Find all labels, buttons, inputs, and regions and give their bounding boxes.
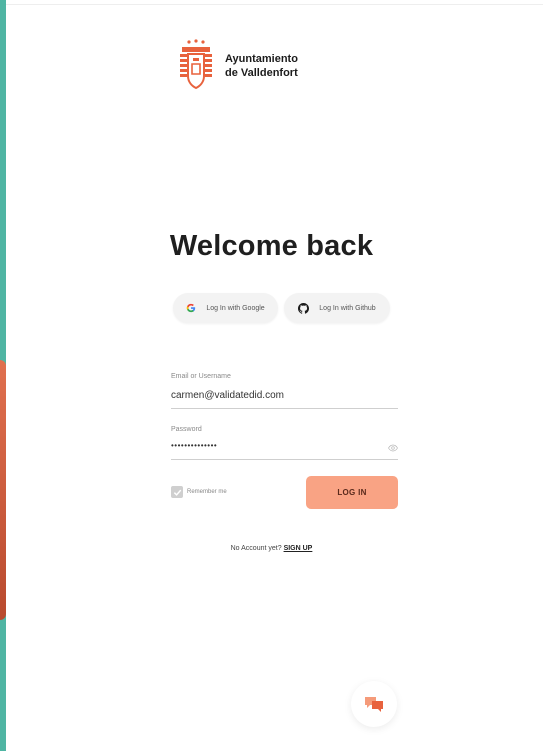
show-password-icon[interactable]	[388, 444, 398, 452]
chat-launcher-button[interactable]	[351, 681, 397, 727]
login-button[interactable]: LOG IN	[306, 476, 398, 509]
email-label: Email or Username	[171, 373, 231, 380]
github-login-label: Log In with Github	[319, 304, 376, 312]
password-label: Password	[171, 426, 202, 433]
signup-link[interactable]: SIGN UP	[284, 545, 313, 552]
brand-name: Ayuntamiento de Valldenfort	[225, 52, 298, 80]
google-icon	[186, 303, 196, 313]
google-login-button[interactable]: Log In with Google	[173, 293, 278, 323]
city-crest-icon	[180, 39, 212, 90]
remember-me-label: Remember me	[187, 489, 227, 495]
brand-name-line2: de Valldenfort	[225, 67, 298, 79]
email-field[interactable]: carmen@validatedid.com	[171, 390, 398, 401]
github-icon	[298, 302, 310, 314]
brand-logo: Ayuntamiento de Valldenfort	[177, 38, 298, 94]
email-underline	[171, 408, 398, 409]
brand-name-line1: Ayuntamiento	[225, 53, 298, 65]
chat-bubbles-icon	[365, 697, 383, 712]
left-accent-curve	[0, 360, 6, 620]
remember-me-checkbox[interactable]	[171, 486, 183, 498]
google-login-label: Log In with Google	[206, 304, 265, 312]
password-underline	[171, 459, 398, 460]
checkmark-icon	[173, 489, 181, 496]
password-field[interactable]: ••••••••••••••	[171, 441, 398, 450]
page-title: Welcome back	[169, 230, 374, 262]
top-divider	[6, 4, 543, 5]
signup-prompt-text: No Account yet?	[230, 545, 282, 552]
signup-prompt: No Account yet? SIGN UP	[0, 545, 543, 552]
github-login-button[interactable]: Log In with Github	[284, 293, 390, 323]
